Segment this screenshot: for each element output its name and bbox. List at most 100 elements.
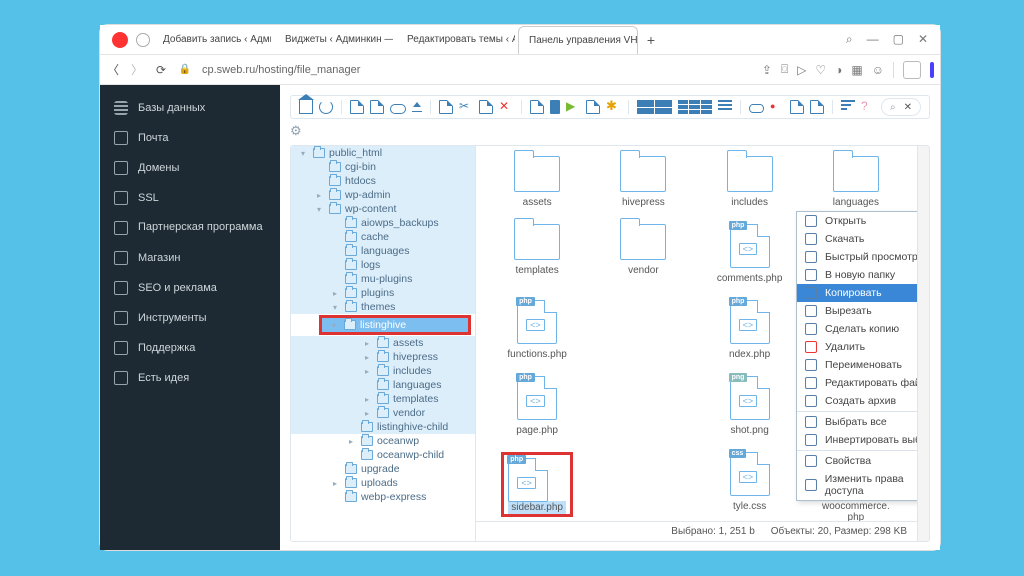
menu-item[interactable]: Создать архив▶ — [797, 392, 917, 410]
tab-3-active[interactable]: Панель управления VH — [518, 26, 638, 54]
menu-item[interactable]: Редактировать файл▶ — [797, 374, 917, 392]
sidebar-item-db[interactable]: Базы данных — [100, 93, 280, 123]
tree-node[interactable]: cache — [291, 230, 475, 244]
tab-1[interactable]: Виджеты ‹ Админкин — — [274, 26, 394, 54]
sidebar-item-partner[interactable]: Партнерская программа — [100, 213, 280, 243]
new-folder-icon[interactable] — [350, 100, 364, 114]
clear-search-icon[interactable]: ✕ — [904, 102, 912, 113]
tree-node-selected[interactable]: ▾listinghive — [322, 318, 468, 332]
props-icon[interactable] — [530, 100, 544, 114]
menu-item[interactable]: Открыть — [797, 212, 917, 230]
file-item[interactable]: css<>tyle.css — [699, 446, 801, 529]
menu-item[interactable]: Быстрый просмотр — [797, 248, 917, 266]
run-icon[interactable]: ▶ — [566, 100, 580, 114]
paste-icon[interactable] — [479, 100, 493, 114]
file-item[interactable]: php<>comments.php — [699, 218, 801, 290]
tree-node[interactable]: cgi-bin — [291, 160, 475, 174]
star-icon[interactable]: ✱ — [606, 100, 620, 114]
forward-button[interactable]: 〉 — [130, 63, 144, 77]
tree-node[interactable]: ▾themes — [291, 300, 475, 314]
minimize-button[interactable]: — — [867, 32, 879, 47]
tree-node[interactable]: languages — [291, 378, 475, 392]
tree-node[interactable]: ▸hivepress — [291, 350, 475, 364]
tree-node[interactable]: languages — [291, 244, 475, 258]
tree-node[interactable]: ▾wp-content — [291, 202, 475, 216]
menu-item[interactable]: Вырезать — [797, 302, 917, 320]
tree-node[interactable]: mu-plugins — [291, 272, 475, 286]
camera-icon[interactable]: ⌼ — [781, 62, 788, 77]
archive-icon[interactable] — [586, 100, 600, 114]
cloud-icon[interactable] — [390, 104, 406, 114]
file-item[interactable]: vendor — [592, 218, 694, 290]
share-icon[interactable]: ⇪ — [762, 63, 772, 77]
sidebar-item-tools[interactable]: Инструменты — [100, 303, 280, 333]
menu-item[interactable]: Сделать копию — [797, 320, 917, 338]
view-large-icon[interactable] — [637, 100, 672, 114]
file-item[interactable]: includes — [699, 150, 801, 214]
cut-icon[interactable]: ✂ — [459, 100, 473, 114]
file-item[interactable]: php<>functions.php — [486, 294, 588, 366]
delete-icon[interactable]: ✕ — [499, 100, 513, 114]
menu-item[interactable]: В новую папку — [797, 266, 917, 284]
tree-node[interactable]: ▸assets — [291, 336, 475, 350]
menu-item[interactable]: Инвертировать выбор — [797, 431, 917, 449]
file-item[interactable]: hivepress — [592, 150, 694, 214]
heart-icon[interactable]: ♡ — [815, 63, 826, 77]
file-item[interactable]: png<>shot.png — [699, 370, 801, 442]
back-button[interactable]: 〈 — [106, 63, 120, 77]
sidebar-toggle-icon[interactable] — [930, 62, 934, 78]
blue-icon[interactable] — [550, 100, 560, 114]
file-item[interactable]: php<>sidebar.php — [486, 446, 588, 529]
question-icon[interactable]: ? — [861, 100, 875, 114]
tree-node[interactable]: logs — [291, 258, 475, 272]
tree-node[interactable]: oceanwp-child — [291, 448, 475, 462]
folder-tree[interactable]: ▾public_htmlcgi-binhtdocs▸wp-admin▾wp-co… — [291, 146, 476, 541]
tree-node[interactable]: ▸uploads — [291, 476, 475, 490]
view-list-icon[interactable] — [718, 100, 732, 114]
shield-icon[interactable] — [136, 33, 150, 47]
tree-node[interactable]: webp-express — [291, 490, 475, 504]
search-box[interactable]: ⌕ ✕ — [881, 98, 921, 116]
tree-node[interactable]: listinghive-child — [291, 420, 475, 434]
upload-icon[interactable] — [412, 102, 422, 112]
tree-node[interactable]: ▸templates — [291, 392, 475, 406]
grid-icon[interactable]: ▦ — [851, 63, 862, 77]
tree-node[interactable]: upgrade — [291, 462, 475, 476]
home-icon[interactable] — [299, 100, 313, 114]
tree-node[interactable]: htdocs — [291, 174, 475, 188]
tree-node[interactable]: ▸plugins — [291, 286, 475, 300]
sidebar-item-ssl[interactable]: SSL — [100, 183, 280, 213]
view-small-icon[interactable] — [678, 100, 713, 114]
menu-item[interactable]: Удалить — [797, 338, 917, 356]
maximize-button[interactable]: ▢ — [893, 32, 904, 47]
sidebar-item-shop[interactable]: Магазин — [100, 243, 280, 273]
tree-node[interactable]: ▸vendor — [291, 406, 475, 420]
hidden-icon[interactable]: ● — [770, 100, 784, 114]
sort-icon[interactable] — [841, 100, 855, 114]
cube-icon[interactable] — [903, 61, 921, 79]
tree-node[interactable]: aiowps_backups — [291, 216, 475, 230]
sidebar-item-mail[interactable]: Почта — [100, 123, 280, 153]
tree-node[interactable]: ▸wp-admin — [291, 188, 475, 202]
tree-node[interactable]: ▸oceanwp — [291, 434, 475, 448]
toggle-icon[interactable]: ◑ — [835, 63, 842, 77]
reload-button[interactable]: ⟳ — [154, 63, 168, 77]
url-text[interactable]: cp.sweb.ru/hosting/file_manager — [202, 64, 360, 76]
tab-0[interactable]: Добавить запись ‹ Адми — [152, 26, 272, 54]
file-item[interactable]: languages — [805, 150, 907, 214]
file-item[interactable]: assets — [486, 150, 588, 214]
scrollbar[interactable] — [917, 146, 929, 541]
reload-icon[interactable] — [319, 100, 333, 114]
file-item[interactable]: templates — [486, 218, 588, 290]
profile-icon[interactable]: ☺ — [872, 63, 884, 77]
file-item[interactable]: php<>ndex.php — [699, 294, 801, 366]
new-tab-button[interactable]: + — [640, 32, 662, 48]
tab-2[interactable]: Редактировать темы ‹ Ад — [396, 26, 516, 54]
menu-item[interactable]: Копировать — [797, 284, 917, 302]
copy-icon[interactable] — [439, 100, 453, 114]
search-icon[interactable]: ⌕ — [846, 32, 853, 47]
paste2-icon[interactable] — [810, 100, 824, 114]
file-grid[interactable]: assetshivepressincludeslanguages template… — [476, 146, 917, 541]
sidebar-item-support[interactable]: Поддержка — [100, 333, 280, 363]
close-button[interactable]: ✕ — [918, 32, 928, 47]
